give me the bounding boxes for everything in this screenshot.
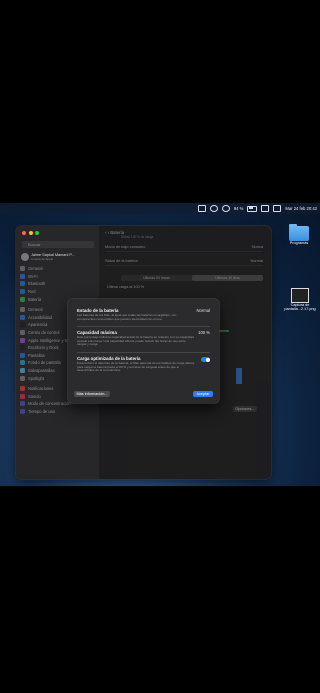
- sidebar-item-icon: [20, 345, 25, 351]
- sidebar-item-icon: [20, 393, 25, 399]
- last-charge: Última carga al 100 %: [107, 285, 145, 289]
- menu-bar: 94 % Mar 24 feb 20:42: [0, 203, 320, 214]
- menubar-clock[interactable]: Mar 24 feb 20:42: [285, 206, 317, 211]
- sidebar-item[interactable]: Red: [20, 288, 96, 296]
- status-value: Normal: [196, 308, 211, 313]
- sidebar-item[interactable]: Bluetooth: [20, 280, 96, 288]
- sidebar-item-label: General: [28, 266, 43, 272]
- options-button[interactable]: Opciones...: [233, 406, 257, 412]
- close-button[interactable]: [22, 231, 26, 235]
- sidebar-item-label: Notificaciones: [28, 386, 54, 392]
- sidebar-item-label: Centro de control: [28, 330, 60, 336]
- desktop-folder-programas[interactable]: Programas: [284, 224, 314, 245]
- sidebar-item-label: Apple Intelligence y Siri: [28, 337, 71, 343]
- search-input[interactable]: Buscar: [22, 241, 94, 248]
- battery-icon[interactable]: [247, 205, 258, 212]
- sidebar-item[interactable]: General: [20, 265, 96, 273]
- zoom-button[interactable]: [35, 231, 39, 235]
- desktop-folder-label: Programas: [289, 241, 309, 245]
- sidebar-item-label: Escritorio y Dock: [28, 345, 59, 351]
- sidebar-item-icon: [20, 322, 25, 328]
- sidebar-item-icon: [20, 368, 25, 374]
- accept-button[interactable]: Aceptar: [193, 391, 213, 397]
- sidebar-item-icon: [20, 307, 25, 313]
- sidebar-item-icon: [20, 375, 25, 381]
- sidebar-item-label: Spotlight: [28, 375, 44, 381]
- sidebar-item-icon: [20, 296, 25, 302]
- sidebar-item-icon: [20, 408, 25, 414]
- optimized-charging-description: Para reducir el deterioro de la batería,…: [77, 361, 195, 373]
- battery-percent[interactable]: 94 %: [234, 206, 244, 211]
- sidebar-item-label: Modo de concentración: [28, 401, 71, 407]
- capacity-value: 100 %: [198, 330, 210, 335]
- tab-10d[interactable]: Últimos 10 días: [192, 275, 263, 281]
- optimized-charging-toggle[interactable]: [201, 357, 210, 362]
- health-label: Salud de la batería: [105, 258, 138, 263]
- avatar: [21, 253, 29, 261]
- desktop-screenshot-file[interactable]: Captura de pantalla...2.17.png: [284, 288, 316, 312]
- image-file-icon: [291, 288, 309, 303]
- search-icon[interactable]: [261, 205, 270, 212]
- folder-icon: [289, 224, 309, 241]
- sidebar-item-icon: [20, 289, 25, 295]
- sidebar-item-icon: [20, 401, 25, 407]
- sidebar-item-label: Tiempo de uso: [28, 408, 55, 414]
- sidebar-item-label: General: [28, 307, 43, 313]
- sidebar-item-label: Accesibilidad: [28, 314, 52, 320]
- health-row[interactable]: Salud de la batería Normal: [105, 256, 263, 266]
- sidebar-item-icon: [20, 337, 25, 343]
- window-controls: [22, 231, 39, 235]
- desktop-file-label: Captura de pantalla...2.17.png: [284, 303, 316, 312]
- control-center-icon[interactable]: [273, 205, 282, 212]
- tab-24h[interactable]: Últimas 24 horas: [121, 275, 192, 281]
- usage-bar: [236, 368, 242, 384]
- screen-mirroring-icon[interactable]: [197, 205, 206, 212]
- page-subtitle: Último 100 % de carga: [121, 235, 154, 239]
- charge-level-bar: [219, 330, 229, 332]
- sidebar-item[interactable]: Wi-Fi: [20, 273, 96, 281]
- capacity-description: Este porcentaje indica la capacidad actu…: [77, 335, 194, 347]
- focus-icon[interactable]: [209, 205, 218, 212]
- sidebar-item-label: Salvapantallas: [28, 368, 55, 374]
- sidebar-item-icon: [20, 281, 25, 287]
- wifi-icon[interactable]: [221, 205, 230, 212]
- low-power-value[interactable]: Nunca: [252, 244, 263, 249]
- sidebar-item-label: Sonido: [28, 393, 41, 399]
- sidebar-user[interactable]: Jaime Sapkal Mamani P... Cuenta de Apple: [21, 252, 95, 262]
- low-power-label: Modo de bajo consumo: [105, 244, 146, 249]
- range-tabs: Últimas 24 horas Últimos 10 días: [121, 275, 263, 281]
- sidebar-item-label: Fondo de pantalla: [28, 360, 61, 366]
- sidebar-item-icon: [20, 330, 25, 336]
- sidebar-item-label: Bluetooth: [28, 281, 46, 287]
- low-power-row[interactable]: Modo de bajo consumo Nunca: [105, 242, 263, 252]
- sidebar-item-label: Pantallas: [28, 352, 45, 358]
- sidebar-item-icon: [20, 386, 25, 392]
- user-account-label: Cuenta de Apple: [31, 257, 54, 261]
- status-description: Las baterías de los Mac, al igual que to…: [77, 313, 177, 321]
- sidebar-item-label: Wi-Fi: [28, 273, 38, 279]
- minimize-button[interactable]: [28, 231, 33, 235]
- sidebar-item-icon: [20, 314, 25, 320]
- divider: [77, 352, 210, 353]
- sidebar-item-icon: [20, 266, 25, 272]
- sidebar-item-label: Apariencia: [28, 322, 48, 328]
- sidebar-item[interactable]: Tiempo de uso: [20, 408, 96, 416]
- divider: [77, 326, 210, 327]
- health-value[interactable]: Normal: [250, 258, 263, 263]
- sidebar-item-icon: [20, 352, 25, 358]
- sidebar-item-label: Red: [28, 289, 36, 295]
- sidebar-item-icon: [20, 360, 25, 366]
- battery-health-sheet: Estado de la batería Normal Las baterías…: [68, 299, 219, 403]
- sidebar-item-label: Batería: [28, 296, 42, 302]
- more-info-button[interactable]: Más información...: [74, 391, 110, 397]
- sidebar-item-icon: [20, 273, 25, 279]
